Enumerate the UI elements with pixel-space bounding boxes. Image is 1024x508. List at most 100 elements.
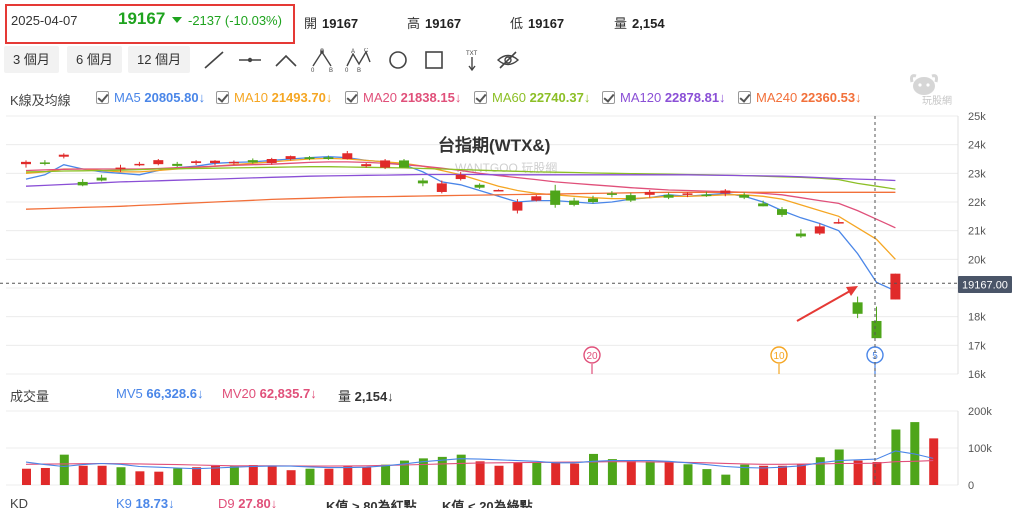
volume-bar <box>22 468 31 485</box>
candle-body <box>512 202 523 211</box>
volume-bar <box>513 462 523 485</box>
candle-body <box>644 191 655 195</box>
candle-body <box>493 189 504 192</box>
marker-label: 20 <box>586 351 598 362</box>
volume-bar <box>78 465 88 485</box>
volume-bar <box>116 467 126 485</box>
ma-markers: 20105 <box>583 346 884 374</box>
candle-body <box>474 184 485 188</box>
volume-bar <box>324 468 334 485</box>
price-axis: 16k17k18k19k20k21k22k23k24k25k <box>968 111 986 381</box>
candle-body <box>266 159 277 164</box>
price-tick-label: 17k <box>968 340 986 352</box>
volume-bar <box>362 467 372 485</box>
price-chart[interactable]: WANTGOO 玩股網 台指期(WTX&) 20105 16k17k18k19k… <box>0 0 1024 508</box>
candle-body <box>191 161 202 164</box>
candle-body <box>134 163 145 166</box>
volume-bar <box>494 465 504 485</box>
chart-title: 台指期(WTX&) <box>438 135 550 155</box>
candle-body <box>77 181 88 186</box>
candle-body <box>380 160 391 168</box>
current-price-tag: 19167.00 <box>958 276 1012 293</box>
volume-bar <box>192 467 202 485</box>
candle-body <box>342 153 353 159</box>
volume-bar <box>59 454 69 485</box>
candle-body <box>701 194 712 197</box>
volume-bar <box>872 462 882 485</box>
chart-watermark: WANTGOO 玩股網 <box>455 161 557 175</box>
candle-body <box>606 193 617 195</box>
volume-bar <box>305 468 315 485</box>
candle-body <box>531 196 542 201</box>
volume-bar <box>248 465 258 485</box>
candle-body <box>21 161 31 165</box>
price-tick-label: 16k <box>968 369 986 381</box>
volume-bar <box>97 465 107 485</box>
candle-body <box>399 160 409 168</box>
volume-bar <box>834 449 844 485</box>
candle-body <box>417 180 428 184</box>
volume-bar <box>589 453 598 485</box>
volume-bar <box>778 465 787 485</box>
candle-body <box>758 203 769 207</box>
candle-body <box>777 209 787 215</box>
candle-body <box>361 164 372 167</box>
candle-body <box>172 163 183 166</box>
candle-body <box>663 194 674 198</box>
candle-body <box>739 194 750 198</box>
candle-body <box>436 183 447 192</box>
volume-bar <box>475 461 485 485</box>
candle-body <box>115 167 126 170</box>
volume-tick-label: 100k <box>968 443 992 455</box>
candle-body <box>625 195 636 201</box>
current-price-label: 19167.00 <box>962 280 1008 292</box>
volume-bar <box>815 457 825 485</box>
price-tick-label: 21k <box>968 226 986 238</box>
candle-body <box>890 273 901 300</box>
volume-bar <box>853 460 863 485</box>
volume-bars <box>22 422 939 485</box>
candle-body <box>58 154 69 157</box>
volume-bar <box>286 470 296 485</box>
candle-body <box>833 222 844 224</box>
price-tick-label: 25k <box>968 111 986 123</box>
volume-bar <box>721 474 731 485</box>
volume-bar <box>645 461 655 485</box>
volume-bar <box>381 464 391 485</box>
candle-body <box>285 156 296 159</box>
volume-bar <box>683 464 693 485</box>
volume-bar <box>173 468 183 485</box>
volume-bar <box>607 459 617 485</box>
candle-body <box>304 157 315 159</box>
volume-bar <box>626 460 636 485</box>
volume-bar <box>437 456 447 485</box>
volume-bar <box>664 462 674 485</box>
volume-bar <box>40 467 50 485</box>
candle-body <box>588 198 598 202</box>
red-arrow-annotation <box>796 286 858 322</box>
volume-bar <box>929 438 939 485</box>
price-tick-label: 22k <box>968 197 986 209</box>
candle-body <box>682 193 693 195</box>
volume-bar <box>702 469 712 485</box>
volume-bar <box>759 465 769 485</box>
volume-tick-label: 200k <box>968 406 992 418</box>
candle-body <box>153 160 164 165</box>
candle-body <box>795 233 806 237</box>
candle-body <box>852 302 863 314</box>
candle-body <box>210 160 220 164</box>
ma240-line <box>25 191 896 210</box>
candles <box>21 150 901 339</box>
candle-body <box>871 320 882 339</box>
price-tick-label: 24k <box>968 140 986 152</box>
candle-body <box>455 174 466 180</box>
volume-bar <box>796 464 806 485</box>
volume-bar <box>532 462 542 485</box>
marker-label: 10 <box>773 351 785 362</box>
price-tick-label: 20k <box>968 254 986 266</box>
candle-body <box>569 200 580 205</box>
volume-bar <box>551 462 561 485</box>
candle-body <box>96 177 107 181</box>
price-tick-label: 18k <box>968 312 986 324</box>
candle-body <box>39 162 50 164</box>
